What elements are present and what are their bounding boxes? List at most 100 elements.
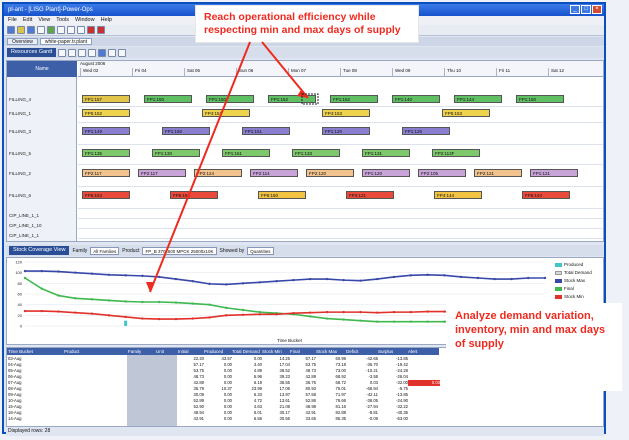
table-header-cell[interactable]: Family — [127, 348, 155, 355]
table-header-cell[interactable]: Unit — [155, 348, 177, 355]
stop-icon[interactable] — [87, 26, 95, 34]
gantt-task-bar[interactable]: FP1:131 — [362, 149, 410, 157]
gantt-task-bar[interactable]: FP2:120 — [306, 169, 354, 177]
gantt-task-bar[interactable]: FP1:149 — [82, 127, 130, 135]
settings-icon[interactable] — [77, 26, 85, 34]
run-icon[interactable] — [47, 26, 55, 34]
save-icon[interactable] — [27, 26, 35, 34]
gantt-task-bar[interactable]: FP4:144 — [434, 191, 482, 199]
resource-label[interactable]: FILLING_4 — [9, 97, 31, 102]
new-icon[interactable] — [7, 26, 15, 34]
gantt-task-bar[interactable]: FP1:150 — [516, 95, 564, 103]
menu-edit[interactable]: Edit — [23, 17, 32, 24]
gantt-task-bar[interactable]: FP1:135 — [82, 149, 130, 157]
gantt-task-bar[interactable]: FP5:152 — [82, 109, 130, 117]
menu-help[interactable]: Help — [101, 17, 112, 24]
minimize-button[interactable]: _ — [570, 5, 580, 14]
zoom-out-icon[interactable] — [68, 48, 77, 57]
gantt-task-bar[interactable]: FP6:152 — [170, 191, 218, 199]
chart-icon[interactable] — [67, 26, 75, 34]
y-tick-label: 20 — [18, 313, 23, 318]
series-point — [409, 274, 413, 277]
gantt-task-bar[interactable]: FP1:130 — [152, 149, 200, 157]
table-header-cell[interactable]: Surplus — [377, 348, 407, 355]
close-button[interactable]: × — [592, 5, 602, 14]
gantt-task-bar[interactable]: FP2:113F — [432, 149, 480, 157]
series-point — [225, 314, 228, 317]
family-select[interactable]: All Families — [90, 246, 120, 255]
gantt-task-bar[interactable]: FP2:121 — [474, 169, 522, 177]
gantt-task-bar[interactable]: FP4:121 — [346, 191, 394, 199]
redo-icon[interactable] — [118, 48, 127, 57]
x-axis-label: Time Bucket — [277, 338, 302, 343]
table-header-cell[interactable]: Alert — [407, 348, 439, 355]
stock-coverage-view-button[interactable]: Stock Coverage View — [9, 246, 70, 255]
undo-icon[interactable] — [108, 48, 117, 57]
gantt-task-bar[interactable]: FP1:121 — [530, 169, 578, 177]
gantt-task-bar[interactable]: FP2:114 — [250, 169, 298, 177]
gantt-task-bar[interactable]: FP6:150 — [258, 191, 306, 199]
showed-by-select[interactable]: Quantities — [247, 246, 274, 255]
gantt-task-bar[interactable]: FP1:150 — [206, 95, 254, 103]
gantt-task-bar[interactable]: FP4:153 — [322, 109, 370, 117]
resource-label[interactable]: CIP_LINE_1_1 — [9, 233, 39, 238]
resource-label[interactable]: CIP_LINE_1_10 — [9, 223, 42, 228]
menu-tools[interactable]: Tools — [56, 17, 69, 24]
zoom-in-icon[interactable] — [58, 48, 67, 57]
open-icon[interactable] — [17, 26, 25, 34]
table-header-cell[interactable]: Final — [289, 348, 315, 355]
resources-gantt-button[interactable]: Resources Gantt — [7, 48, 57, 57]
gantt-task-bar[interactable]: FP1:125 — [402, 127, 450, 135]
resource-label[interactable]: FILLING_3 — [9, 129, 31, 134]
tab-white-paper[interactable]: white-paper.tr.plant — [39, 38, 93, 45]
gantt-task-bar[interactable]: FP2:117 — [138, 169, 186, 177]
table-header-cell[interactable]: Initial — [177, 348, 203, 355]
gantt-task-bar[interactable]: FP1:120 — [322, 127, 370, 135]
gantt-task-bar[interactable]: FP1:151 — [222, 149, 270, 157]
table-header-cell[interactable]: Total Demand — [231, 348, 261, 355]
product-select[interactable]: FP_B 370x600 MPCK 25000x10K — [142, 246, 217, 255]
table-header-cell[interactable]: Product — [63, 348, 127, 355]
menu-view[interactable]: View — [38, 17, 50, 24]
tab-overview[interactable]: Overview — [7, 38, 38, 45]
gantt-task-bar[interactable]: FP1:151 — [242, 127, 290, 135]
print-icon[interactable] — [37, 26, 45, 34]
table-header-cell[interactable]: Time Bucket — [7, 348, 63, 355]
gantt-task-bar[interactable]: FP1:140 — [392, 95, 440, 103]
gantt-task-bar[interactable]: FP6:144 — [522, 191, 570, 199]
gantt-task-bar[interactable]: FP1:152 — [268, 95, 316, 103]
gantt-task-bar[interactable]: FP1:157 — [82, 95, 130, 103]
gantt-task-bar[interactable]: FP4:152 — [202, 109, 250, 117]
grid-icon[interactable] — [57, 26, 65, 34]
series-point — [107, 314, 111, 317]
gantt-task-bar[interactable]: FP5:153 — [442, 109, 490, 117]
gantt-task-bar[interactable]: FP1:120 — [362, 169, 410, 177]
resource-label[interactable]: FILLING_6 — [9, 193, 31, 198]
gantt-task-bar[interactable]: FP6:153 — [82, 191, 130, 199]
gantt-task-bar[interactable]: FP1:144 — [454, 95, 502, 103]
move-icon[interactable] — [98, 48, 107, 57]
gantt-task-bar[interactable]: FP2:105 — [418, 169, 466, 177]
menu-file[interactable]: File — [8, 17, 17, 24]
resource-label[interactable]: FILLING_5 — [9, 151, 31, 156]
delete-icon[interactable] — [97, 26, 105, 34]
gantt-task-bar[interactable]: FP1:152 — [330, 95, 378, 103]
maximize-button[interactable]: □ — [581, 5, 591, 14]
fit-icon[interactable] — [78, 48, 87, 57]
gantt-task-bar[interactable]: FP1:150 — [162, 127, 210, 135]
table-header-cell[interactable]: Produced — [203, 348, 231, 355]
table-header-cell[interactable]: Stock Min — [261, 348, 289, 355]
gantt-task-bar[interactable]: FP1:133 — [292, 149, 340, 157]
filter-icon[interactable] — [88, 48, 97, 57]
table-header-cell[interactable]: Deficit — [345, 348, 377, 355]
gantt-task-bar[interactable]: FP2:124 — [194, 169, 242, 177]
menu-window[interactable]: Window — [75, 17, 95, 24]
resource-label[interactable]: CIP_LINE_1_1 — [9, 213, 39, 218]
resource-label[interactable]: FILLING_2 — [9, 171, 31, 176]
y-tick-label: 40 — [18, 302, 23, 307]
resource-label[interactable]: FILLING_1 — [9, 111, 31, 116]
gantt-task-bar[interactable]: FP1:150 — [144, 95, 192, 103]
gantt-task-bar[interactable]: FP2:117 — [82, 169, 130, 177]
series-point — [174, 301, 178, 304]
table-header-cell[interactable]: Stock Max — [315, 348, 345, 355]
